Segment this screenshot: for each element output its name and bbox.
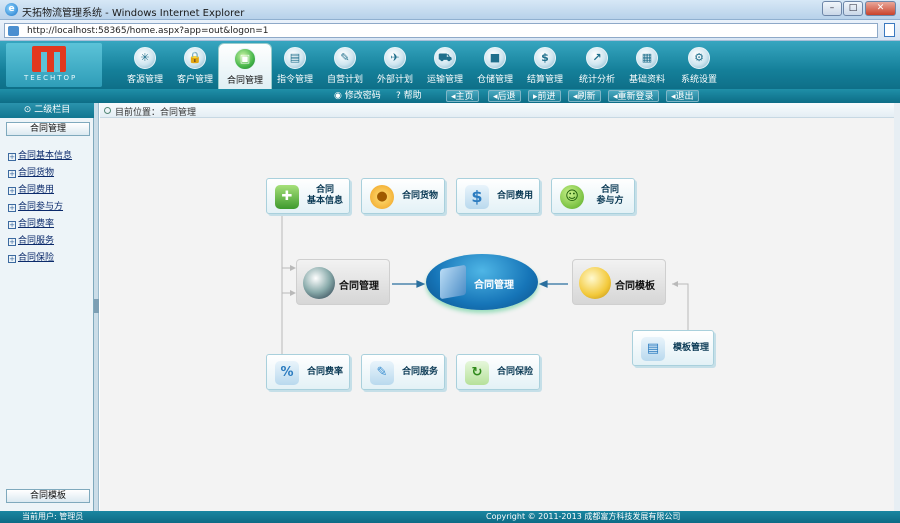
box-contract-management[interactable]: 合同管理 bbox=[296, 259, 390, 305]
refresh-icon: ↻ bbox=[465, 361, 489, 385]
card-contract-services[interactable]: ✎ 合同服务 bbox=[361, 354, 445, 390]
card-contract-goods[interactable]: ● 合同货物 bbox=[361, 178, 445, 214]
box-label: 合同模板 bbox=[615, 281, 655, 292]
smiley-icon: ☺ bbox=[560, 185, 584, 209]
copyright: Copyright © 2011-2013 成都富方科技发展有限公司 bbox=[486, 512, 681, 521]
card-label: 合同费用 bbox=[496, 191, 533, 201]
card-label: 合同费率 bbox=[306, 367, 343, 377]
box-label: 合同管理 bbox=[339, 281, 379, 292]
status-bar: 当前用户: 管理员 Copyright © 2011-2013 成都富方科技发展… bbox=[0, 511, 900, 523]
card-label: 合同服务 bbox=[401, 367, 438, 377]
vertical-scrollbar[interactable] bbox=[894, 103, 900, 511]
card-template-management[interactable]: ▤ 模板管理 bbox=[632, 330, 714, 366]
hub-contract-management[interactable]: 合同管理 bbox=[426, 254, 538, 310]
card-label: 合同货物 bbox=[401, 191, 438, 201]
coin-icon: ● bbox=[370, 185, 394, 209]
box-contract-template[interactable]: 合同模板 bbox=[572, 259, 666, 305]
card-label: 合同 参与方 bbox=[596, 185, 624, 206]
hub-label: 合同管理 bbox=[474, 280, 514, 291]
puzzle-icon: ✚ bbox=[275, 185, 299, 209]
card-label: 模板管理 bbox=[672, 343, 709, 353]
card-contract-parties[interactable]: ☺ 合同 参与方 bbox=[551, 178, 635, 214]
card-contract-basic-info[interactable]: ✚ 合同 基本信息 bbox=[266, 178, 350, 214]
card-contract-insurance[interactable]: ↻ 合同保险 bbox=[456, 354, 540, 390]
card-contract-rates[interactable]: % 合同费率 bbox=[266, 354, 350, 390]
dollar-icon: $ bbox=[465, 185, 489, 209]
current-user: 当前用户: 管理员 bbox=[22, 512, 84, 521]
disc-icon bbox=[303, 267, 335, 299]
card-contract-fees[interactable]: $ 合同费用 bbox=[456, 178, 540, 214]
book-icon: ▤ bbox=[641, 337, 665, 361]
card-label: 合同 基本信息 bbox=[306, 185, 343, 206]
note-icon bbox=[579, 267, 611, 299]
card-label: 合同保险 bbox=[496, 367, 533, 377]
percent-icon: % bbox=[275, 361, 299, 385]
book-icon bbox=[440, 264, 466, 300]
service-icon: ✎ bbox=[370, 361, 394, 385]
